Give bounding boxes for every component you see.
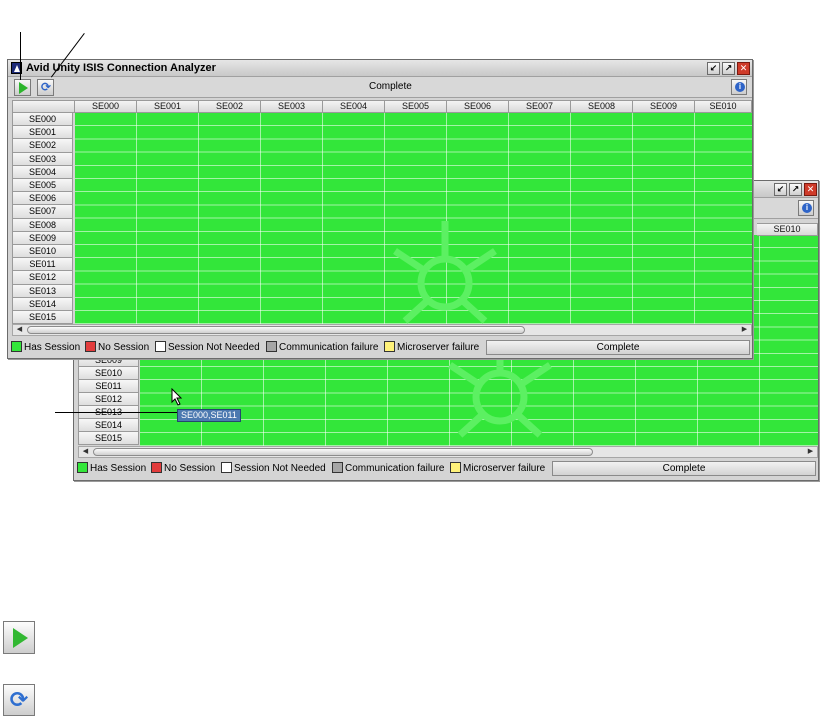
info-button[interactable]: i [798,200,814,216]
scroll-left-icon[interactable]: ◀ [80,447,91,457]
column-header[interactable]: SE001 [137,100,199,113]
status-field: Complete [486,340,750,355]
back-legend-bar: Has Session No Session Session Not Neede… [76,460,818,477]
row-header[interactable]: SE012 [78,393,139,407]
scroll-right-icon[interactable]: ▶ [805,447,816,457]
scrollbar-thumb[interactable] [27,326,525,334]
scroll-left-icon[interactable]: ◀ [14,325,25,335]
column-header[interactable]: SE004 [323,100,385,113]
cell-tooltip: SE000,SE011 [177,409,241,422]
legend-bar: Has Session No Session Session Not Neede… [10,339,752,356]
info-button[interactable]: i [731,79,747,95]
close-icon[interactable]: ✕ [737,62,750,75]
start-analysis-button[interactable] [14,79,31,96]
back-horizontal-scrollbar[interactable]: ◀ ▶ [78,446,818,458]
connection-grid[interactable] [75,113,752,324]
legend-has-session: Has Session [11,341,80,354]
callout-line-start [20,32,21,80]
toolbar-status-text: Complete [369,81,412,92]
legend-communication-failure: Communication failure [266,341,379,354]
analyzer-window: Avid Unity ISIS Connection Analyzer ↙ ↗ … [7,59,753,359]
swatch-no-session [151,462,162,473]
maximize-icon[interactable]: ↗ [789,183,802,196]
scrollbar-thumb[interactable] [93,448,593,456]
swatch-microserver-failure [384,341,395,352]
legend-no-session: No Session [85,341,149,354]
row-header[interactable]: SE004 [12,165,73,179]
row-header[interactable]: SE015 [12,311,73,325]
row-header[interactable]: SE011 [78,380,139,394]
swatch-session-not-needed [221,462,232,473]
row-header[interactable]: SE005 [12,179,73,193]
swatch-communication-failure [332,462,343,473]
row-header[interactable]: SE010 [78,367,139,381]
column-header[interactable]: SE007 [509,100,571,113]
swatch-communication-failure [266,341,277,352]
column-header[interactable]: SE006 [447,100,509,113]
legend-communication-failure: Communication failure [332,462,445,475]
title-bar[interactable]: Avid Unity ISIS Connection Analyzer ↙ ↗ … [8,60,752,77]
column-header[interactable]: SE008 [571,100,633,113]
minimize-icon[interactable]: ↙ [774,183,787,196]
swatch-no-session [85,341,96,352]
legend-session-not-needed: Session Not Needed [155,341,260,354]
legend-session-not-needed: Session Not Needed [221,462,326,475]
large-refresh-button: ⟳ [3,684,35,716]
column-header[interactable]: SE000 [75,100,137,113]
info-icon: i [735,82,745,92]
row-header[interactable]: SE007 [12,205,73,219]
legend-has-session: Has Session [77,462,146,475]
swatch-has-session [11,341,22,352]
row-header[interactable]: SE014 [78,419,139,433]
column-header[interactable]: SE003 [261,100,323,113]
row-header[interactable]: SE003 [12,152,73,166]
row-header[interactable]: SE002 [12,139,73,153]
column-header[interactable]: SE009 [633,100,695,113]
row-header[interactable]: SE010 [12,245,73,259]
swatch-session-not-needed [155,341,166,352]
row-header[interactable]: SE009 [12,231,73,245]
legend-no-session: No Session [151,462,215,475]
row-header[interactable]: SE012 [12,271,73,285]
refresh-button[interactable]: ⟳ [37,79,54,96]
swatch-has-session [77,462,88,473]
mouse-cursor-icon [171,388,183,406]
row-header[interactable]: SE006 [12,192,73,206]
maximize-icon[interactable]: ↗ [722,62,735,75]
row-header[interactable]: SE008 [12,218,73,232]
legend-microserver-failure: Microserver failure [450,462,545,475]
row-header[interactable]: SE001 [12,126,73,140]
row-header[interactable]: SE014 [12,297,73,311]
avid-logo-watermark-icon [393,221,497,324]
column-header[interactable]: SE010 [695,100,752,113]
large-start-button [3,621,35,654]
row-header[interactable]: SE013 [12,284,73,298]
refresh-icon: ⟳ [40,80,52,94]
legend-microserver-failure: Microserver failure [384,341,479,354]
callout-line-tooltip [55,412,177,413]
horizontal-scrollbar[interactable]: ◀ ▶ [12,324,752,336]
back-column-header-se010[interactable]: SE010 [757,223,818,236]
minimize-icon[interactable]: ↙ [707,62,720,75]
close-icon[interactable]: ✕ [804,183,817,196]
toolbar: ⟳ Complete i [8,77,752,98]
row-header[interactable]: SE015 [78,432,139,446]
column-header[interactable]: SE002 [199,100,261,113]
info-icon: i [802,203,812,213]
refresh-icon: ⟳ [9,687,29,712]
swatch-microserver-failure [450,462,461,473]
row-header[interactable]: SE000 [12,113,73,127]
scroll-right-icon[interactable]: ▶ [739,325,750,335]
row-header[interactable]: SE011 [12,258,73,272]
column-header[interactable]: SE005 [385,100,447,113]
grid-corner [12,100,75,113]
back-status-field: Complete [552,461,816,476]
play-icon [19,82,28,94]
play-icon [13,628,28,648]
